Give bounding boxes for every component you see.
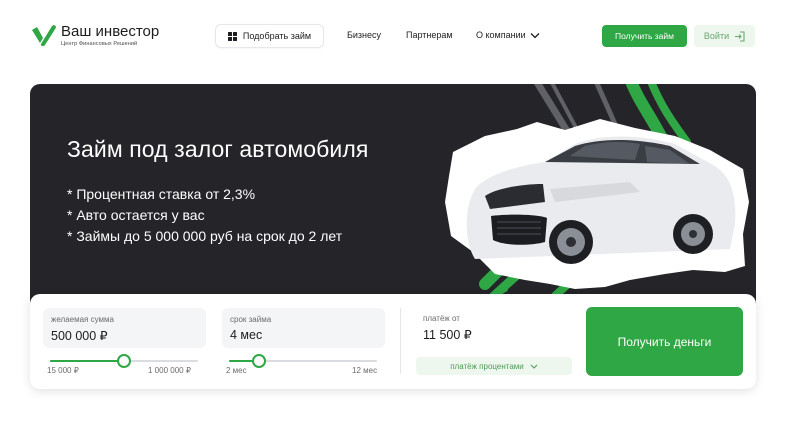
payment-type-dropdown[interactable]: платёж процентами xyxy=(416,357,572,375)
get-loan-button[interactable]: Получить займ xyxy=(602,25,687,47)
page: Ваш инвестор Центр Финансовых Решений По… xyxy=(0,0,788,444)
logo-icon xyxy=(31,24,57,47)
login-icon xyxy=(735,30,745,42)
hero-feature: * Займы до 5 000 000 руб на срок до 2 ле… xyxy=(67,228,343,244)
get-money-button[interactable]: Получить деньги xyxy=(586,307,743,376)
amount-value: 500 000 ₽ xyxy=(51,329,108,343)
payment-label: платёж от xyxy=(423,314,460,323)
logo[interactable]: Ваш инвестор Центр Финансовых Решений xyxy=(31,24,159,47)
site-header: Ваш инвестор Центр Финансовых Решений По… xyxy=(0,0,788,72)
chevron-down-icon xyxy=(530,364,538,369)
login-label: Войти xyxy=(703,31,730,41)
nav-business[interactable]: Бизнесу xyxy=(347,30,381,40)
hero-title: Займ под залог автомобиля xyxy=(67,136,369,162)
chevron-down-icon xyxy=(530,32,540,38)
logo-subtitle: Центр Финансовых Решений xyxy=(61,41,138,47)
nav-about[interactable]: О компании xyxy=(476,30,540,40)
amount-min: 15 000 ₽ xyxy=(47,366,79,375)
amount-label: желаемая сумма xyxy=(51,315,114,324)
term-min: 2 мес xyxy=(226,366,247,375)
nav-about-label: О компании xyxy=(476,30,526,40)
amount-slider[interactable] xyxy=(50,354,198,368)
term-value: 4 мес xyxy=(230,328,263,342)
amount-max: 1 000 000 ₽ xyxy=(148,366,191,375)
term-slider[interactable] xyxy=(229,354,377,368)
login-button[interactable]: Войти xyxy=(694,25,755,47)
select-loan-label: Подобрать займ xyxy=(242,31,312,41)
nav-partners[interactable]: Партнерам xyxy=(406,30,453,40)
payment-value: 11 500 ₽ xyxy=(423,328,472,342)
payment-type-label: платёж процентами xyxy=(450,361,524,371)
term-max: 12 мес xyxy=(352,366,378,375)
hero-features: * Процентная ставка от 2,3% * Авто остае… xyxy=(67,184,342,247)
grid-icon xyxy=(227,31,237,41)
hero-feature: * Авто остается у вас xyxy=(67,207,205,223)
amount-slider-fill xyxy=(50,360,124,362)
divider xyxy=(400,308,401,374)
term-label: срок займа xyxy=(230,315,272,324)
select-loan-button[interactable]: Подобрать займ xyxy=(215,24,324,48)
term-field[interactable]: срок займа 4 мес xyxy=(222,308,385,348)
term-slider-thumb[interactable] xyxy=(251,354,266,368)
hero-feature: * Процентная ставка от 2,3% xyxy=(67,186,256,202)
logo-title: Ваш инвестор xyxy=(61,23,160,40)
amount-field[interactable]: желаемая сумма 500 000 ₽ xyxy=(43,308,206,348)
amount-slider-thumb[interactable] xyxy=(117,354,131,368)
